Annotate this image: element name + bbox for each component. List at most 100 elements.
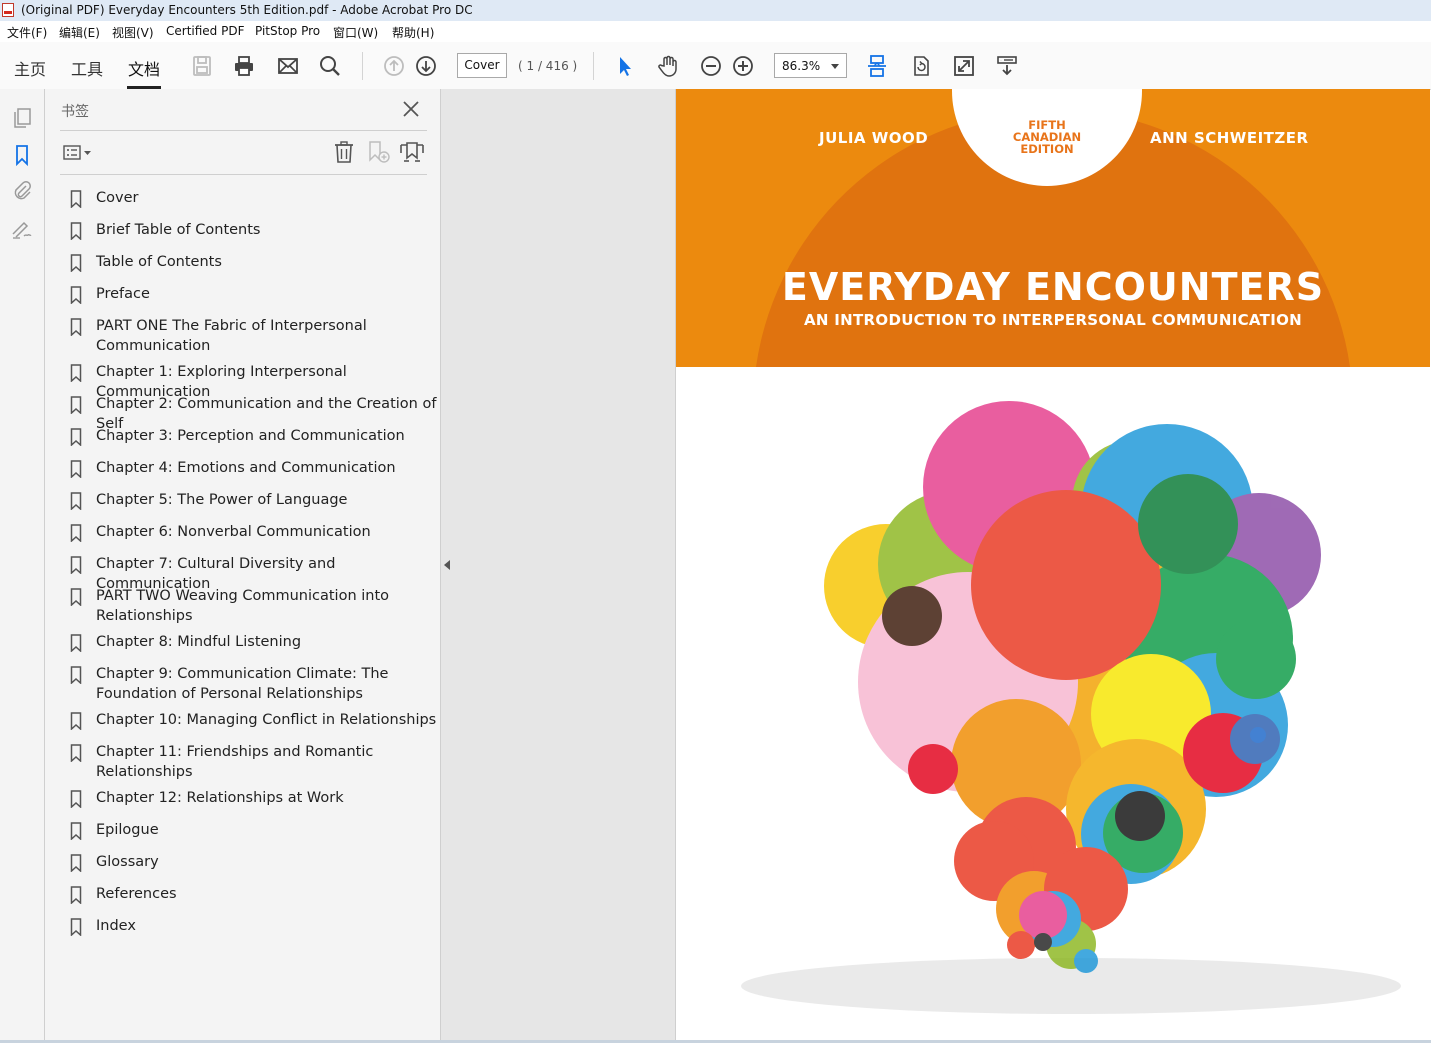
bookmark-icon xyxy=(70,396,82,414)
tab-home[interactable]: 主页 xyxy=(14,56,46,80)
bookmark-label: Epilogue xyxy=(96,822,159,838)
more-tools-button[interactable] xyxy=(994,53,1020,79)
rotate-page-button[interactable] xyxy=(908,53,934,79)
bookmark-icon xyxy=(70,222,82,240)
bookmark-icon xyxy=(70,318,82,336)
bookmark-label: PART ONE The Fabric of Interpersonal Com… xyxy=(96,318,367,354)
select-tool-button[interactable] xyxy=(612,53,638,79)
arrow-down-circle-icon xyxy=(416,56,436,76)
cover-author-right: ANN SCHWEITZER xyxy=(1150,129,1309,147)
bookmark-icon xyxy=(70,460,82,478)
bookmark-label: Chapter 10: Managing Conflict in Relatio… xyxy=(96,712,437,728)
menu-certified-pdf[interactable]: Certified PDF xyxy=(166,24,245,38)
page-thumbnails-icon[interactable] xyxy=(10,106,34,130)
pdf-page-cover: JULIA WOOD ANN SCHWEITZER FIFTH CANADIAN… xyxy=(675,89,1430,1040)
print-button[interactable] xyxy=(231,53,257,79)
menu-view[interactable]: 视图(V) xyxy=(112,24,154,41)
menu-edit[interactable]: 编辑(E) xyxy=(59,24,100,41)
hand-tool-button[interactable] xyxy=(655,53,681,79)
search-icon xyxy=(320,56,340,76)
email-button[interactable] xyxy=(275,53,301,79)
zoom-value: 86.3% xyxy=(782,59,821,73)
navigation-rail xyxy=(0,89,45,1043)
expand-icon xyxy=(954,56,974,76)
window-title: (Original PDF) Everyday Encounters 5th E… xyxy=(21,3,473,17)
cover-title: EVERYDAY ENCOUNTERS xyxy=(781,265,1325,309)
panel-divider xyxy=(60,174,427,175)
bookmark-icon xyxy=(70,886,82,904)
bookmark-icon xyxy=(70,428,82,446)
trash-icon[interactable] xyxy=(333,140,355,164)
document-gutter xyxy=(441,89,675,1043)
bookmark-label: Chapter 12: Relationships at Work xyxy=(96,790,344,806)
options-menu-icon[interactable] xyxy=(63,144,93,162)
menu-file[interactable]: 文件(F) xyxy=(7,24,47,41)
bookmark-label: Brief Table of Contents xyxy=(96,222,261,238)
signature-icon[interactable] xyxy=(10,217,34,241)
bookmark-label: Chapter 4: Emotions and Communication xyxy=(96,460,396,476)
bookmark-icon xyxy=(70,744,82,762)
bookmark-icon xyxy=(70,556,82,574)
bookmark-label: Chapter 11: Friendships and Romantic Rel… xyxy=(96,744,374,780)
page-count: ( 1 / 416 ) xyxy=(518,59,578,73)
bookmark-label: Chapter 3: Perception and Communication xyxy=(96,428,405,444)
bookmark-label: Table of Contents xyxy=(96,254,222,270)
add-bookmark-icon[interactable] xyxy=(367,140,391,164)
bookmark-icon xyxy=(70,634,82,652)
menu-help[interactable]: 帮助(H) xyxy=(392,24,434,41)
previous-page-button[interactable] xyxy=(381,53,407,79)
bookmark-icon xyxy=(70,854,82,872)
chevron-down-icon xyxy=(831,64,839,69)
printer-icon xyxy=(235,56,253,76)
tab-tools[interactable]: 工具 xyxy=(71,56,103,80)
bookmark-label: Glossary xyxy=(96,854,159,870)
close-icon[interactable] xyxy=(402,100,420,118)
title-bar: (Original PDF) Everyday Encounters 5th E… xyxy=(0,0,1431,22)
next-page-button[interactable] xyxy=(413,53,439,79)
minus-circle-icon xyxy=(701,56,721,76)
panel-divider xyxy=(60,130,427,131)
bookmarks-panel: 书签 Cover Brief Table of Contents Table of … xyxy=(45,89,441,1043)
menu-bar: 文件(F) 编辑(E) 视图(V) Certified PDF PitStop … xyxy=(0,21,1431,43)
page-number-input[interactable]: Cover xyxy=(457,53,507,78)
collapse-panel-arrow-icon[interactable] xyxy=(444,560,450,570)
bookmark-icon xyxy=(70,364,82,382)
arrow-up-circle-icon xyxy=(384,56,404,76)
bookmark-label: Chapter 6: Nonverbal Communication xyxy=(96,524,371,540)
bookmark-label: Cover xyxy=(96,190,139,206)
cover-edition: FIFTH CANADIAN EDITION xyxy=(997,119,1097,155)
bookmark-label: Chapter 5: The Power of Language xyxy=(96,492,348,508)
bookmark-label: Preface xyxy=(96,286,150,302)
zoom-out-button[interactable] xyxy=(698,53,724,79)
paperclip-icon[interactable] xyxy=(10,179,34,203)
tab-document[interactable]: 文档 xyxy=(128,56,160,80)
zoom-dropdown[interactable]: 86.3% xyxy=(774,53,847,78)
bookmark-panel-icon[interactable] xyxy=(10,143,34,167)
bookmark-label: Index xyxy=(96,918,136,934)
bookmark-icon xyxy=(70,666,82,684)
bookmark-label: Chapter 8: Mindful Listening xyxy=(96,634,302,650)
plus-circle-icon xyxy=(733,56,753,76)
menu-pitstop-pro[interactable]: PitStop Pro xyxy=(255,24,320,38)
expand-bookmark-icon[interactable] xyxy=(399,140,425,164)
main-toolbar: 主页 工具 文档 xyxy=(0,42,1431,90)
search-button[interactable] xyxy=(317,53,343,79)
toolbar-separator xyxy=(362,52,363,80)
bookmark-icon xyxy=(70,918,82,936)
full-screen-button[interactable] xyxy=(951,53,977,79)
cover-artwork xyxy=(676,89,1430,1040)
bookmark-icon xyxy=(70,822,82,840)
envelope-icon xyxy=(278,58,298,74)
page-rotate-icon xyxy=(914,56,929,76)
toolbar-separator xyxy=(593,52,594,80)
bookmark-label: Chapter 9: Communication Climate: The Fo… xyxy=(96,666,389,702)
save-button[interactable] xyxy=(189,53,215,79)
fit-page-button[interactable] xyxy=(864,53,890,79)
menu-window[interactable]: 窗口(W) xyxy=(333,24,378,41)
zoom-in-button[interactable] xyxy=(730,53,756,79)
bookmark-icon xyxy=(70,190,82,208)
hand-icon xyxy=(658,55,677,77)
bookmark-icon xyxy=(70,492,82,510)
presentation-icon xyxy=(997,56,1017,76)
pointer-arrow-icon xyxy=(620,57,631,76)
